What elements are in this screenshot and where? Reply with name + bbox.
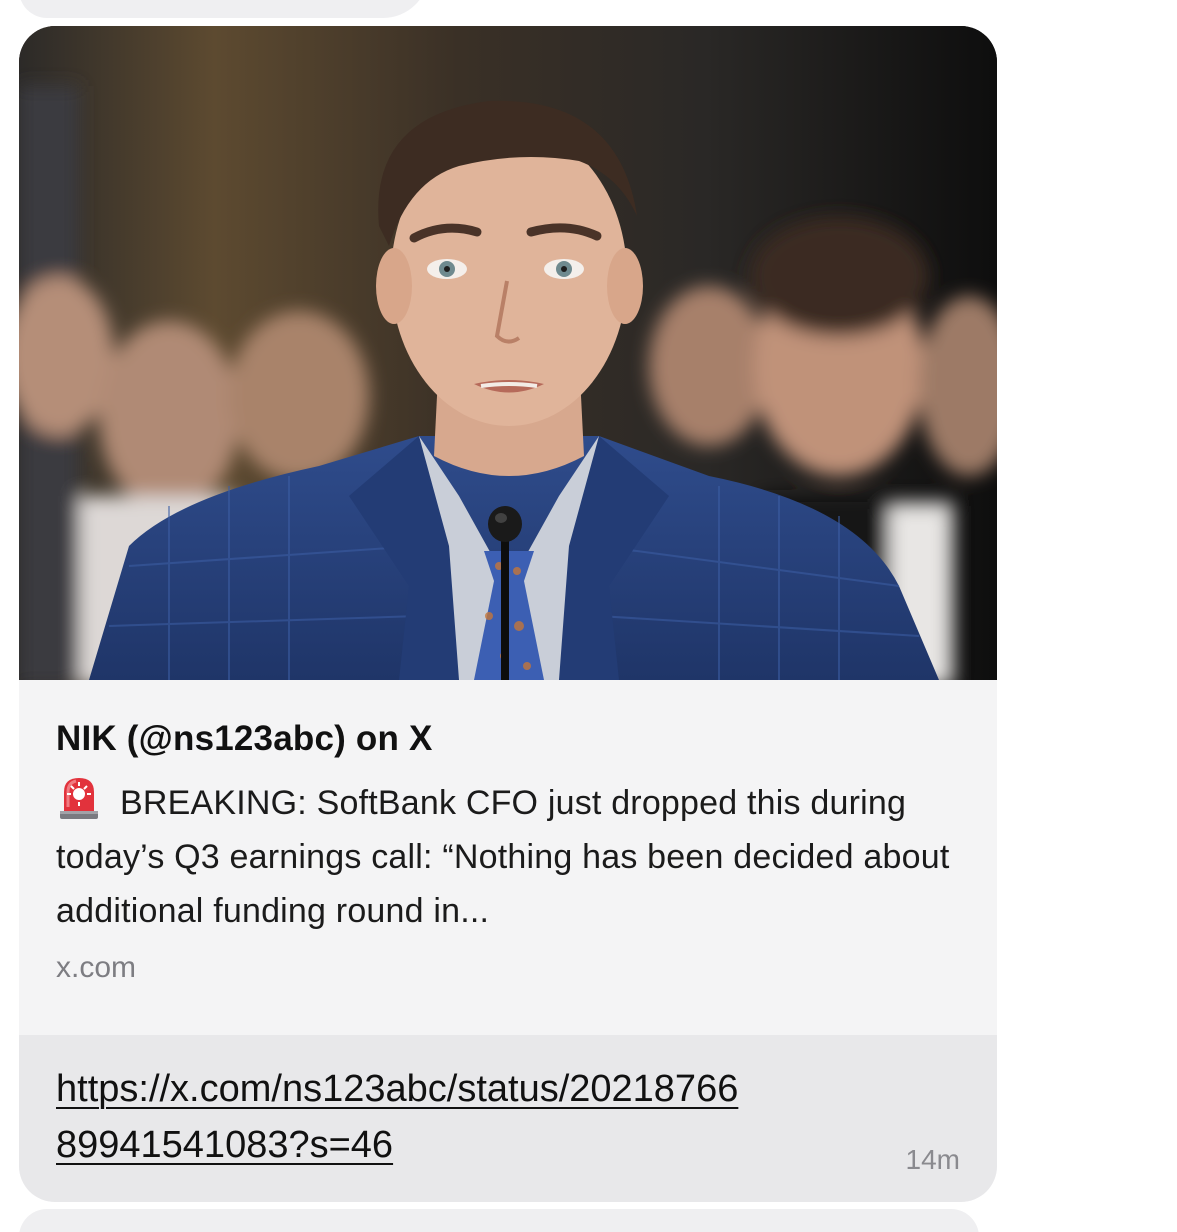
preview-description-text: BREAKING: SoftBank CFO just dropped this… <box>56 784 950 930</box>
link-preview-image[interactable] <box>19 26 997 680</box>
next-message-bubble[interactable] <box>19 1209 979 1232</box>
link-preview-meta: NIK (@ns123abc) on X BREAKING: SoftBank … <box>19 680 997 1035</box>
preview-domain: x.com <box>56 951 137 984</box>
message-url-area: https://x.com/ns123abc/status/2021876689… <box>19 1035 997 1202</box>
chat-thread: NIK (@ns123abc) on X BREAKING: SoftBank … <box>0 0 1177 1232</box>
police-siren-icon <box>56 774 102 820</box>
portrait-photo <box>19 26 997 680</box>
previous-message-bubble[interactable] <box>19 0 429 18</box>
message-timestamp: 14m <box>905 1144 960 1175</box>
preview-description: BREAKING: SoftBank CFO just dropped this… <box>56 774 960 936</box>
message-url-link[interactable]: https://x.com/ns123abc/status/2021876689… <box>56 1061 756 1173</box>
link-preview-card[interactable]: NIK (@ns123abc) on X BREAKING: SoftBank … <box>19 26 997 1202</box>
preview-title: NIK (@ns123abc) on X <box>56 719 433 758</box>
